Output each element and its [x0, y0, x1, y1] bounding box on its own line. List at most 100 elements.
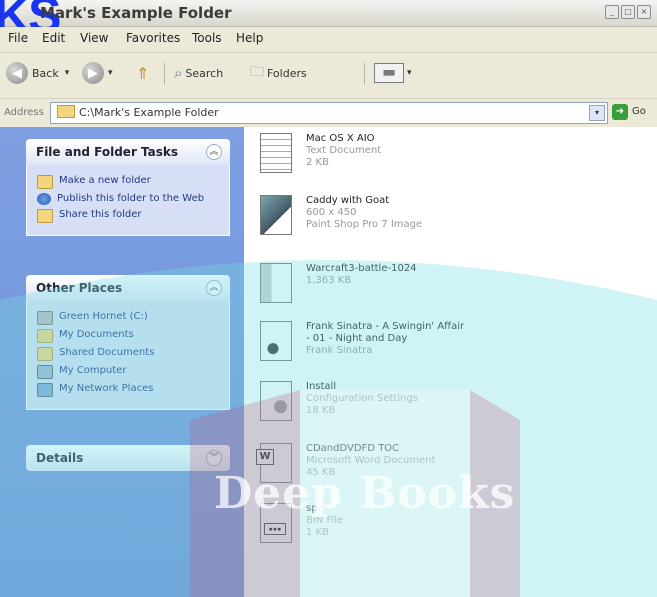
place-label: My Computer — [59, 365, 127, 376]
expand-icon[interactable]: ︾ — [206, 450, 222, 466]
go-arrow-icon[interactable]: ➜ — [612, 104, 628, 120]
shared-folder-icon — [37, 347, 53, 361]
file-name: CDandDVDFD TOC — [306, 443, 400, 454]
panel-title: Details — [36, 451, 84, 465]
other-places-header[interactable]: Other Places ︽ — [26, 275, 230, 301]
search-label: Search — [185, 66, 224, 80]
file-item[interactable]: Frank Sinatra - A Swingin' Affair - 01 -… — [256, 319, 464, 373]
details-panel: Details ︾ — [26, 445, 230, 471]
address-label: Address — [4, 107, 44, 118]
collapse-icon[interactable]: ︽ — [206, 144, 222, 160]
file-type: Paint Shop Pro 7 Image — [306, 219, 423, 230]
share-folder-icon — [37, 209, 53, 223]
place-my-network-places[interactable]: My Network Places — [37, 383, 229, 397]
file-name: Mac OS X AIO — [306, 133, 375, 144]
title-bar[interactable]: KS Mark's Example Folder _ □ × — [0, 0, 657, 43]
place-label: My Network Places — [59, 383, 154, 394]
forward-arrow-icon: ▶ — [82, 62, 104, 84]
file-folder-tasks-panel: File and Folder Tasks ︽ Make a new folde… — [26, 139, 230, 236]
file-size: 1,363 KB — [306, 275, 352, 286]
file-artist: Frank Sinatra — [306, 345, 373, 356]
menu-file[interactable]: File — [8, 31, 28, 45]
toolbar: ◀ Back ▾ ▶ ▾ ⇑ ⌕ Search 🗀 Folders ▦▦ ▾ — [0, 52, 657, 93]
close-button[interactable]: × — [637, 5, 651, 19]
panel-body: Green Hornet (C:) My Documents Shared Do… — [26, 301, 230, 410]
other-places-panel: Other Places ︽ Green Hornet (C:) My Docu… — [26, 275, 230, 410]
file-name: Caddy with Goat — [306, 195, 390, 206]
up-folder-icon: ⇑ — [136, 63, 150, 83]
menu-view[interactable]: View — [80, 31, 108, 45]
address-bar: Address C:\Mark's Example Folder ▾ ➜ Go — [0, 98, 657, 127]
place-label: Shared Documents — [59, 347, 155, 358]
menu-bar: File Edit View Favorites Tools Help ✦ — [0, 27, 657, 71]
views-button[interactable]: ▦▦ ▾ — [374, 61, 412, 85]
panel-body: Make a new folder Publish this folder to… — [26, 165, 230, 236]
views-icon: ▦▦ — [374, 63, 404, 83]
task-label: Make a new folder — [59, 175, 151, 186]
menu-tools[interactable]: Tools — [192, 31, 222, 45]
image-dimensions: 600 x 450 — [306, 207, 357, 218]
details-header[interactable]: Details ︾ — [26, 445, 230, 471]
place-label: Green Hornet (C:) — [59, 311, 148, 322]
task-share-folder[interactable]: Share this folder — [37, 209, 229, 223]
file-folder-tasks-header[interactable]: File and Folder Tasks ︽ — [26, 139, 230, 165]
archive-file-icon — [256, 261, 296, 307]
text-document-icon — [256, 131, 296, 177]
explorer-window: KS Mark's Example Folder _ □ × File Edit… — [0, 0, 657, 597]
place-label: My Documents — [59, 329, 134, 340]
panel-title: File and Folder Tasks — [36, 145, 179, 159]
address-dropdown-icon[interactable]: ▾ — [589, 105, 605, 121]
network-icon — [37, 383, 53, 397]
folders-label: Folders — [267, 66, 307, 80]
forward-button[interactable]: ▶ ▾ — [82, 61, 113, 85]
forward-dropdown-icon[interactable]: ▾ — [108, 68, 113, 78]
file-item[interactable]: Install Configuration Settings 18 KB — [256, 379, 418, 433]
toolbar-separator — [364, 63, 365, 85]
file-item[interactable]: Mac OS X AIO Text Document 2 KB — [256, 131, 381, 185]
task-make-new-folder[interactable]: Make a new folder — [37, 175, 229, 189]
menu-favorites[interactable]: Favorites — [126, 31, 180, 45]
file-item[interactable]: Caddy with Goat 600 x 450 Paint Shop Pro… — [256, 193, 422, 247]
views-dropdown-icon: ▾ — [407, 68, 412, 78]
new-folder-icon — [37, 175, 53, 189]
file-size: 1 KB — [306, 527, 329, 538]
menu-help[interactable]: Help — [236, 31, 263, 45]
up-folder-button[interactable]: ⇑ — [136, 61, 149, 85]
place-shared-documents[interactable]: Shared Documents — [37, 347, 229, 361]
file-name: Frank Sinatra - A Swingin' Affair — [306, 321, 465, 332]
minimize-button[interactable]: _ — [605, 5, 619, 19]
computer-icon — [37, 365, 53, 379]
collapse-icon[interactable]: ︽ — [206, 280, 222, 296]
file-list: Mac OS X AIO Text Document 2 KB Caddy wi… — [244, 127, 657, 597]
place-my-computer[interactable]: My Computer — [37, 365, 229, 379]
place-my-documents[interactable]: My Documents — [37, 329, 229, 343]
search-button[interactable]: ⌕ Search — [174, 61, 223, 85]
task-pane: File and Folder Tasks ︽ Make a new folde… — [0, 127, 244, 597]
file-size: 2 KB — [306, 157, 329, 168]
file-item[interactable]: Warcraft3-battle-1024 1,363 KB — [256, 261, 417, 315]
file-name: Warcraft3-battle-1024 — [306, 263, 417, 274]
globe-icon — [37, 193, 51, 205]
menu-edit[interactable]: Edit — [42, 31, 65, 45]
address-input[interactable]: C:\Mark's Example Folder ▾ — [50, 102, 608, 124]
file-type: Configuration Settings — [306, 393, 419, 404]
window-controls: _ □ × — [605, 5, 651, 19]
task-label: Share this folder — [59, 209, 142, 220]
panel-title: Other Places — [36, 281, 123, 295]
back-arrow-icon: ◀ — [6, 62, 28, 84]
place-drive-c[interactable]: Green Hornet (C:) — [37, 311, 229, 325]
task-publish-web[interactable]: Publish this folder to the Web — [37, 193, 229, 205]
audio-file-icon — [256, 319, 296, 365]
task-label: Publish this folder to the Web — [57, 193, 205, 204]
folders-button[interactable]: 🗀 Folders — [250, 61, 307, 85]
back-label: Back — [32, 66, 59, 80]
go-button[interactable]: Go — [632, 106, 646, 117]
back-dropdown-icon[interactable]: ▾ — [65, 68, 70, 78]
maximize-button[interactable]: □ — [621, 5, 635, 19]
file-size: 18 KB — [306, 405, 336, 416]
file-name: Install — [306, 381, 337, 392]
image-file-icon — [256, 193, 296, 239]
folder-icon — [57, 105, 75, 118]
folders-icon: 🗀 — [250, 64, 264, 80]
back-button[interactable]: ◀ Back ▾ — [6, 61, 69, 85]
